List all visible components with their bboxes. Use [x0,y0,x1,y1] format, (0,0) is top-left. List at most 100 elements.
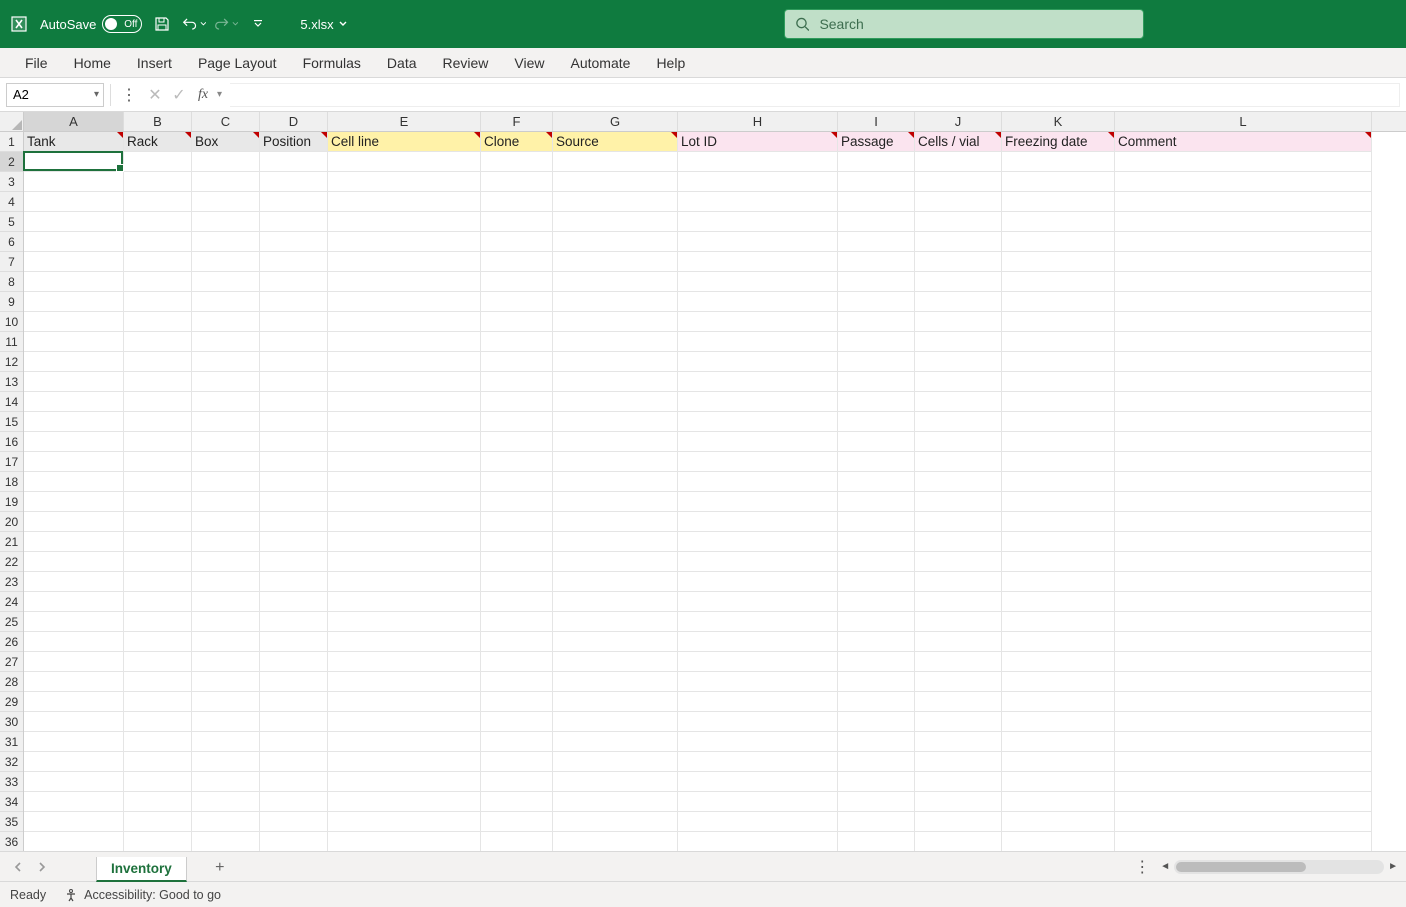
cell-K19[interactable] [1002,492,1115,512]
cell-C31[interactable] [192,732,260,752]
cell-L3[interactable] [1115,172,1372,192]
cell-C16[interactable] [192,432,260,452]
cell-I10[interactable] [838,312,915,332]
cell-L21[interactable] [1115,532,1372,552]
chevron-down-icon[interactable]: ▾ [94,89,99,100]
cell-E14[interactable] [328,392,481,412]
comment-indicator-icon[interactable] [908,132,914,138]
cell-A33[interactable] [24,772,124,792]
cell-G34[interactable] [553,792,678,812]
redo-button[interactable] [214,12,238,36]
cell-K29[interactable] [1002,692,1115,712]
cell-L19[interactable] [1115,492,1372,512]
cell-L12[interactable] [1115,352,1372,372]
row-header-36[interactable]: 36 [0,832,23,851]
cell-K27[interactable] [1002,652,1115,672]
sheet-nav-prev[interactable] [8,857,28,877]
cell-C14[interactable] [192,392,260,412]
row-header-7[interactable]: 7 [0,252,23,272]
row-header-14[interactable]: 14 [0,392,23,412]
cell-I29[interactable] [838,692,915,712]
cell-I13[interactable] [838,372,915,392]
cell-K10[interactable] [1002,312,1115,332]
cell-H30[interactable] [678,712,838,732]
cell-L16[interactable] [1115,432,1372,452]
cell-A14[interactable] [24,392,124,412]
cell-B35[interactable] [124,812,192,832]
cell-K33[interactable] [1002,772,1115,792]
cell-G13[interactable] [553,372,678,392]
cell-E12[interactable] [328,352,481,372]
cell-J31[interactable] [915,732,1002,752]
row-header-26[interactable]: 26 [0,632,23,652]
column-header-L[interactable]: L [1115,112,1372,131]
cell-F8[interactable] [481,272,553,292]
cell-A17[interactable] [24,452,124,472]
cell-C23[interactable] [192,572,260,592]
formula-bar-options[interactable]: ⋮ [117,85,141,105]
cell-F27[interactable] [481,652,553,672]
cell-F1[interactable]: Clone [481,132,553,152]
cell-L5[interactable] [1115,212,1372,232]
cell-K14[interactable] [1002,392,1115,412]
cell-A21[interactable] [24,532,124,552]
cell-J27[interactable] [915,652,1002,672]
comment-indicator-icon[interactable] [546,132,552,138]
cell-D13[interactable] [260,372,328,392]
row-header-5[interactable]: 5 [0,212,23,232]
cell-B17[interactable] [124,452,192,472]
cell-C18[interactable] [192,472,260,492]
cell-F6[interactable] [481,232,553,252]
cell-H15[interactable] [678,412,838,432]
ribbon-tab-insert[interactable]: Insert [124,48,185,77]
cell-D20[interactable] [260,512,328,532]
cell-C7[interactable] [192,252,260,272]
spreadsheet-grid[interactable]: ABCDEFGHIJKL 123456789101112131415161718… [0,112,1406,851]
cell-H26[interactable] [678,632,838,652]
cell-D31[interactable] [260,732,328,752]
cell-J30[interactable] [915,712,1002,732]
cell-H23[interactable] [678,572,838,592]
cell-H24[interactable] [678,592,838,612]
cell-H2[interactable] [678,152,838,172]
cell-A3[interactable] [24,172,124,192]
cell-B28[interactable] [124,672,192,692]
cell-G22[interactable] [553,552,678,572]
cell-H20[interactable] [678,512,838,532]
cell-J24[interactable] [915,592,1002,612]
cell-E1[interactable]: Cell line [328,132,481,152]
cell-B32[interactable] [124,752,192,772]
cell-G25[interactable] [553,612,678,632]
row-header-35[interactable]: 35 [0,812,23,832]
cell-K21[interactable] [1002,532,1115,552]
cell-L29[interactable] [1115,692,1372,712]
cell-C15[interactable] [192,412,260,432]
cell-D5[interactable] [260,212,328,232]
cell-I30[interactable] [838,712,915,732]
cell-A36[interactable] [24,832,124,851]
cell-F20[interactable] [481,512,553,532]
cell-C13[interactable] [192,372,260,392]
row-header-1[interactable]: 1 [0,132,23,152]
cell-B12[interactable] [124,352,192,372]
cell-F2[interactable] [481,152,553,172]
row-header-20[interactable]: 20 [0,512,23,532]
cell-K17[interactable] [1002,452,1115,472]
cell-H6[interactable] [678,232,838,252]
horizontal-scrollbar[interactable]: ◄ ► [1160,860,1398,874]
cell-B22[interactable] [124,552,192,572]
comment-indicator-icon[interactable] [1108,132,1114,138]
comment-indicator-icon[interactable] [995,132,1001,138]
cell-H28[interactable] [678,672,838,692]
cell-E2[interactable] [328,152,481,172]
cell-F9[interactable] [481,292,553,312]
cell-J8[interactable] [915,272,1002,292]
cell-F17[interactable] [481,452,553,472]
cell-L11[interactable] [1115,332,1372,352]
cell-B10[interactable] [124,312,192,332]
cell-E13[interactable] [328,372,481,392]
cell-C20[interactable] [192,512,260,532]
cell-A5[interactable] [24,212,124,232]
cell-E36[interactable] [328,832,481,851]
ribbon-tab-home[interactable]: Home [61,48,124,77]
